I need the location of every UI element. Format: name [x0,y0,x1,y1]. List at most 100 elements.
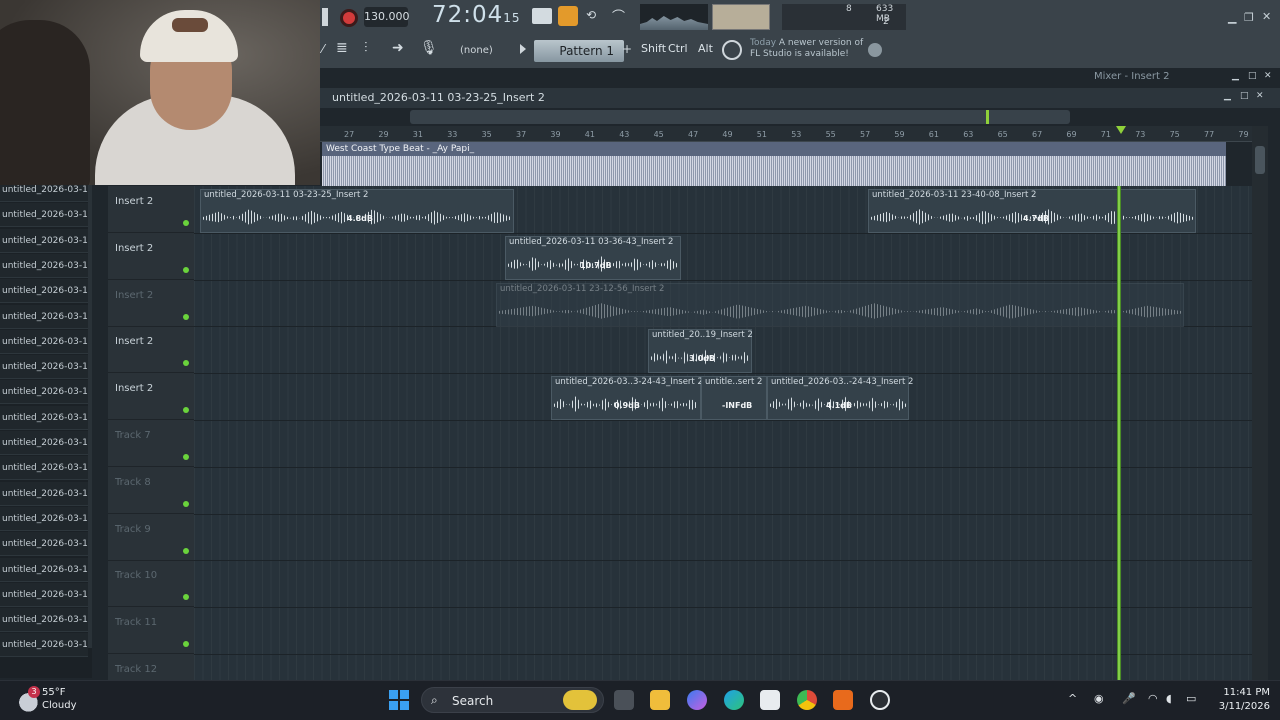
track-led-icon[interactable] [183,220,189,226]
playlist-grid[interactable] [194,186,1252,680]
typing-keyboard-icon[interactable] [532,8,552,24]
browser-item[interactable]: untitled_2026-03-11 23-... [0,355,88,380]
beat-audio-clip[interactable]: West Coast Type Beat - _Ay Papi_ [322,142,1226,188]
globe-icon[interactable] [868,43,882,57]
chrome-icon[interactable] [797,690,817,710]
playlist-minimize-icon[interactable]: ▁ [1224,91,1231,101]
audio-clip[interactable]: untitled_2026-03-11 03-36-43_Insert 2 10… [505,236,681,280]
track-header[interactable]: Insert 2 [108,373,194,421]
loop-record-icon[interactable]: ⟲ [586,8,606,24]
track-header[interactable]: Insert 2 [108,280,194,327]
browser-item[interactable]: untitled_2026-03-11 23-... [0,532,88,557]
audio-clip[interactable]: untitled_2026-03..3-24-43_Insert 2 0.9dB [551,376,703,420]
close-icon[interactable]: ✕ [1262,10,1271,23]
track-header[interactable]: Track 11 [108,607,194,655]
weather-desc[interactable]: Cloudy [42,700,76,711]
playlist-restore-icon[interactable]: □ [1240,91,1249,101]
track-led-icon[interactable] [183,594,189,601]
file-explorer-icon[interactable] [650,690,670,710]
browser-item[interactable]: untitled_2026-03-11 03-... [0,228,88,253]
playlist-icon[interactable]: ≣ [336,40,356,60]
vertical-scrollbar[interactable] [1252,126,1268,680]
browser-item[interactable]: untitled_2026-03-11 23-... [0,304,88,329]
browser-item[interactable]: untitled_2026-03-11 23-... [0,557,88,582]
mixer-restore-icon[interactable]: □ [1248,71,1257,81]
clock-date[interactable]: 3/11/2026 [1210,701,1270,712]
mixer-minimize-icon[interactable]: ▁ [1232,71,1239,81]
browser-item[interactable]: untitled_2026-03-11 23-... [0,329,88,354]
audio-clip[interactable]: untitle..sert 2 -INFdB [701,376,767,420]
play-button[interactable] [322,8,328,26]
pattern-prev-icon[interactable] [520,44,526,54]
horizontal-scroller[interactable] [410,110,1070,124]
browser-item[interactable]: untitled_2026-03-11 23-... [0,405,88,430]
countdown-icon[interactable] [558,6,578,26]
browser-item[interactable]: untitled_2026-03-11 23-... [0,506,88,531]
edge-icon[interactable] [724,690,744,710]
mixer-icon[interactable]: ⫶ [364,40,384,60]
audio-clip-muted[interactable]: untitled_2026-03-11 23-12-56_Insert 2 [496,283,1184,327]
browser-item[interactable]: untitled_2026-03-11 23-... [0,481,88,506]
pattern-selector[interactable]: Pattern 1 [534,40,624,62]
timeline-ruler[interactable] [320,126,1252,142]
app-icon[interactable] [870,690,890,710]
track-led-icon[interactable] [183,547,189,554]
arrow-right-icon[interactable]: ➜ [392,40,412,60]
link-icon[interactable]: ⁄ [322,42,328,58]
browser-scrollbar[interactable] [88,178,92,648]
store-icon[interactable] [760,690,780,710]
browser-item[interactable]: untitled_2026-03-11 03-... [0,279,88,304]
fl-studio-icon[interactable] [833,690,853,710]
snap-selector[interactable]: (none) [460,42,510,60]
battery-icon[interactable]: ▭ [1186,692,1196,705]
track-led-icon[interactable] [183,407,189,414]
track-led-icon[interactable] [183,641,189,648]
news-panel[interactable]: Today A newer version of FL Studio is av… [750,38,870,64]
track-led-icon[interactable] [183,454,189,460]
track-header[interactable]: Track 8 [108,467,194,514]
playhead-line[interactable] [1117,186,1121,680]
track-header[interactable]: Insert 2 [108,326,194,374]
browser-item[interactable]: untitled_2026-03-11 03-... [0,253,88,278]
clock-time[interactable]: 11:41 PM [1210,687,1270,698]
ctrl-key[interactable]: Ctrl [668,42,688,60]
tray-app-icon[interactable]: ◉ [1094,692,1104,705]
playlist-close-icon[interactable]: ✕ [1256,91,1264,101]
audio-clip[interactable]: untitled_2026-03..-24-43_Insert 2 4.1dB [767,376,913,420]
metronome-icon[interactable]: ⌒ [612,6,634,26]
scrollbar-thumb[interactable] [1255,146,1265,174]
restore-icon[interactable]: ❐ [1244,11,1254,24]
mixer-close-icon[interactable]: ✕ [1264,71,1272,81]
track-led-icon[interactable] [183,500,189,507]
track-header[interactable]: Insert 2 [108,186,194,233]
add-pattern-icon[interactable]: + [622,42,632,58]
minimize-icon[interactable]: ▁ [1228,11,1236,24]
news-icon[interactable] [722,40,742,60]
copilot-icon[interactable] [687,690,707,710]
microphone-icon[interactable]: 🎙 [420,40,440,60]
browser-item[interactable]: untitled_2026-03-11 23-... [0,633,88,658]
track-led-icon[interactable] [183,266,189,273]
track-led-icon[interactable] [183,313,189,320]
browser-item[interactable]: untitled_2026-03-11 23-... [0,380,88,405]
browser-item[interactable]: untitled_2026-03-11 23-... [0,456,88,481]
record-button[interactable] [340,9,358,27]
track-header[interactable]: Insert 2 [108,233,194,280]
audio-clip[interactable]: untitled_2026-03-11 03-23-25_Insert 2 4.… [200,189,514,233]
mixer-title[interactable]: Mixer - Insert 2 [1094,71,1169,82]
volume-icon[interactable]: ◖ [1166,692,1172,705]
wifi-icon[interactable]: ◠ [1148,692,1158,705]
windows-start-icon[interactable] [389,690,409,710]
microphone-tray-icon[interactable]: 🎤 [1122,692,1136,705]
browser-item[interactable]: untitled_2026-03-11 23-... [0,608,88,633]
tray-chevron-icon[interactable]: ^ [1068,692,1077,705]
browser-item[interactable]: untitled_2026-03-11 23-... [0,582,88,607]
track-led-icon[interactable] [183,360,189,367]
browser-item[interactable]: untitled_2026-03-11 03-... [0,203,88,228]
audio-clip[interactable]: untitled_20..19_Insert 2 3.0dB [648,329,753,373]
tempo-display[interactable]: 130.000 [364,7,410,27]
track-header[interactable]: Track 9 [108,514,194,561]
alt-key[interactable]: Alt [698,42,713,60]
weather-temp[interactable]: 55°F [42,687,65,698]
audio-clip[interactable]: untitled_2026-03-11 23-40-08_Insert 2 4.… [868,189,1196,233]
